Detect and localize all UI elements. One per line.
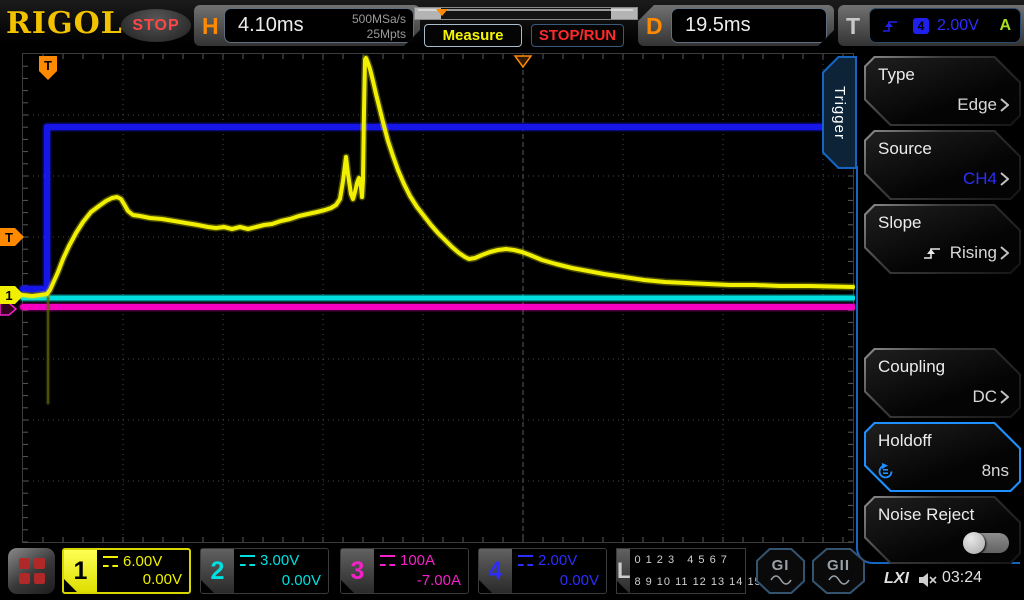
type-value: Edge xyxy=(957,95,997,115)
generator-1-button[interactable]: GI xyxy=(756,548,805,594)
channel-4-offset: 0.00V xyxy=(518,572,599,589)
type-label: Type xyxy=(878,65,915,85)
menu-item-coupling[interactable]: Coupling DC xyxy=(864,348,1021,418)
memory-position-bar[interactable] xyxy=(414,7,638,20)
run-state-badge: STOP xyxy=(121,9,191,42)
svg-text:1: 1 xyxy=(5,288,12,303)
menu-grid-icon xyxy=(19,558,45,584)
holdoff-dial-icon xyxy=(876,462,895,481)
horizontal-label: H xyxy=(202,13,219,40)
trigger-tab-label: Trigger xyxy=(831,86,848,140)
lxi-status-label: LXI xyxy=(884,570,909,588)
channel-1-tab[interactable]: 1 xyxy=(64,550,97,592)
dc-coupling-icon xyxy=(518,555,533,566)
channel-3-offset: -7.00A xyxy=(380,572,461,589)
stop-run-button[interactable]: STOP/RUN xyxy=(531,24,624,47)
acquisition-info: 500MSa/s 25Mpts xyxy=(352,12,406,42)
sample-rate: 500MSa/s xyxy=(352,12,406,27)
source-label: Source xyxy=(878,139,932,159)
waveform-display: T T 1 xyxy=(0,50,855,545)
svg-text:T: T xyxy=(44,58,52,73)
dc-coupling-icon xyxy=(103,556,118,567)
delay-group[interactable]: D 19.5ms xyxy=(638,5,834,46)
source-value: CH4 xyxy=(963,169,997,189)
channel-4-scale: 2.00V xyxy=(538,552,577,569)
channel-1-block[interactable]: 1 6.00V 0.00V xyxy=(62,548,191,594)
delay-value: 19.5ms xyxy=(672,14,751,37)
channel-4-tab[interactable]: 4 xyxy=(479,549,512,593)
chevron-right-icon xyxy=(1000,98,1009,112)
measure-button[interactable]: Measure xyxy=(424,24,522,47)
coupling-value: DC xyxy=(972,387,997,407)
channel-1-offset: 0.00V xyxy=(103,571,182,588)
rising-edge-icon xyxy=(880,18,900,34)
clock-display: 03:24 xyxy=(942,569,982,587)
channel-2-scale: 3.00V xyxy=(260,552,299,569)
generator-1-label: GI xyxy=(772,557,790,574)
channel-1-scale: 6.00V xyxy=(123,553,162,570)
trigger-status-box: 4 2.00V A xyxy=(869,8,1021,43)
sine-wave-icon xyxy=(770,575,792,585)
channel-2-tab[interactable]: 2 xyxy=(201,549,234,593)
generator-2-label: GII xyxy=(827,557,850,574)
memory-bar-frame xyxy=(415,8,638,20)
slope-value: Rising xyxy=(950,243,997,263)
channel-3-scale: 100A xyxy=(400,552,435,569)
dc-coupling-icon xyxy=(380,555,395,566)
logic-analyzer-tab[interactable]: L xyxy=(617,549,630,593)
menu-item-holdoff[interactable]: Holdoff 8ns xyxy=(864,422,1021,492)
generator-2-button[interactable]: GII xyxy=(812,548,865,594)
channel-2-offset: 0.00V xyxy=(240,572,321,589)
trigger-menu-tab[interactable]: Trigger xyxy=(822,56,857,169)
channel-3-tab[interactable]: 3 xyxy=(341,549,374,593)
menu-item-slope[interactable]: Slope Rising xyxy=(864,204,1021,274)
delay-label: D xyxy=(646,13,663,40)
coupling-label: Coupling xyxy=(878,357,945,377)
toggle-knob xyxy=(963,532,985,554)
menu-item-noise-reject[interactable]: Noise Reject xyxy=(864,496,1021,564)
logic-channels-row1: 0 1 2 3 4 5 6 7 xyxy=(634,554,761,566)
oscilloscope-screen: RIGOL STOP H 4.10ms 500MSa/s 25Mpts Meas… xyxy=(0,0,1024,600)
top-status-bar: RIGOL STOP H 4.10ms 500MSa/s 25Mpts Meas… xyxy=(0,0,1024,50)
rising-edge-icon xyxy=(921,245,943,261)
trigger-level-value: 2.00V xyxy=(937,17,979,35)
rigol-logo: RIGOL xyxy=(6,6,123,41)
noise-reject-label: Noise Reject xyxy=(878,505,974,525)
trigger-status-group[interactable]: T 4 2.00V A xyxy=(838,5,1024,46)
dc-coupling-icon xyxy=(240,555,255,566)
logic-channels-row2: 8 9 10 11 12 13 14 15 xyxy=(634,576,761,588)
menu-item-type[interactable]: Type Edge xyxy=(864,56,1021,126)
channel-4-block[interactable]: 4 2.00V 0.00V xyxy=(478,548,607,594)
horizontal-scale-value: 4.10ms xyxy=(225,14,304,37)
horizontal-group[interactable]: H 4.10ms 500MSa/s 25Mpts xyxy=(194,5,420,46)
main-menu-button[interactable] xyxy=(8,548,55,594)
svg-text:T: T xyxy=(5,230,13,245)
noise-reject-toggle[interactable] xyxy=(963,533,1009,553)
trigger-mode-flag: A xyxy=(999,17,1011,35)
slope-label: Slope xyxy=(878,213,921,233)
menu-item-source[interactable]: Source CH4 xyxy=(864,130,1021,200)
holdoff-label: Holdoff xyxy=(878,431,932,451)
memory-depth: 25Mpts xyxy=(352,27,406,42)
chevron-right-icon xyxy=(1000,390,1009,404)
sine-wave-icon xyxy=(828,575,850,585)
channel-3-block[interactable]: 3 100A -7.00A xyxy=(340,548,469,594)
logic-analyzer-block[interactable]: L 0 1 2 3 4 5 6 7 8 9 10 11 12 13 14 15 xyxy=(616,548,746,594)
channel-2-block[interactable]: 2 3.00V 0.00V xyxy=(200,548,329,594)
holdoff-value: 8ns xyxy=(982,461,1009,481)
trigger-source-badge: 4 xyxy=(913,18,929,34)
chevron-right-icon xyxy=(1000,246,1009,260)
delay-value-box: 19.5ms xyxy=(671,8,827,43)
sound-muted-icon xyxy=(918,572,938,588)
trigger-status-label: T xyxy=(846,13,860,40)
horizontal-scale-box: 4.10ms 500MSa/s 25Mpts xyxy=(224,8,414,43)
chevron-right-icon xyxy=(1000,172,1009,186)
